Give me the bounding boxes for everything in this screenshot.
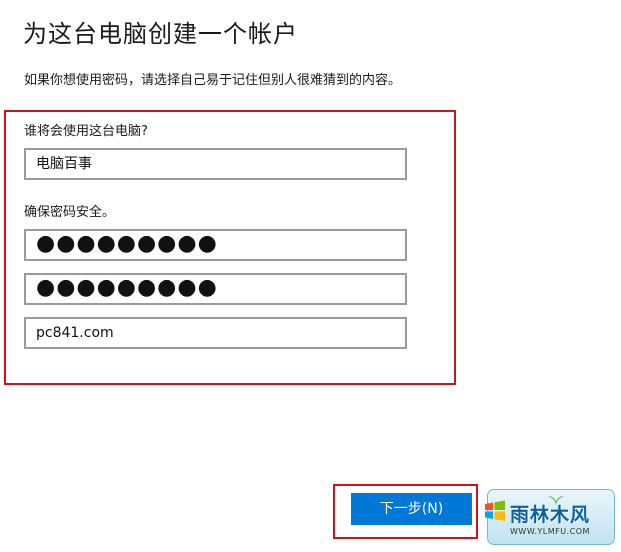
next-button[interactable]: 下一步(N): [351, 493, 472, 525]
windows-logo-icon: [485, 500, 505, 521]
page-subtitle: 如果你想使用密码，请选择自己易于记住但别人很难猜到的内容。: [24, 73, 402, 88]
password-label: 确保密码安全。: [24, 205, 116, 220]
page-title: 为这台电脑创建一个帐户: [23, 20, 298, 48]
confirm-password-input[interactable]: ●●●●●●●●●: [24, 273, 407, 305]
watermark-url: WWW.YLMFU.COM: [510, 527, 590, 536]
username-input[interactable]: 电脑百事: [24, 148, 407, 180]
password-input[interactable]: ●●●●●●●●●: [24, 229, 407, 261]
watermark-logo: 雨林木风 WWW.YLMFU.COM: [483, 487, 616, 547]
watermark-name: 雨林木风: [510, 504, 591, 526]
username-label: 谁将会使用这台电脑?: [24, 124, 148, 139]
password-hint-input[interactable]: pc841.com: [24, 317, 407, 349]
